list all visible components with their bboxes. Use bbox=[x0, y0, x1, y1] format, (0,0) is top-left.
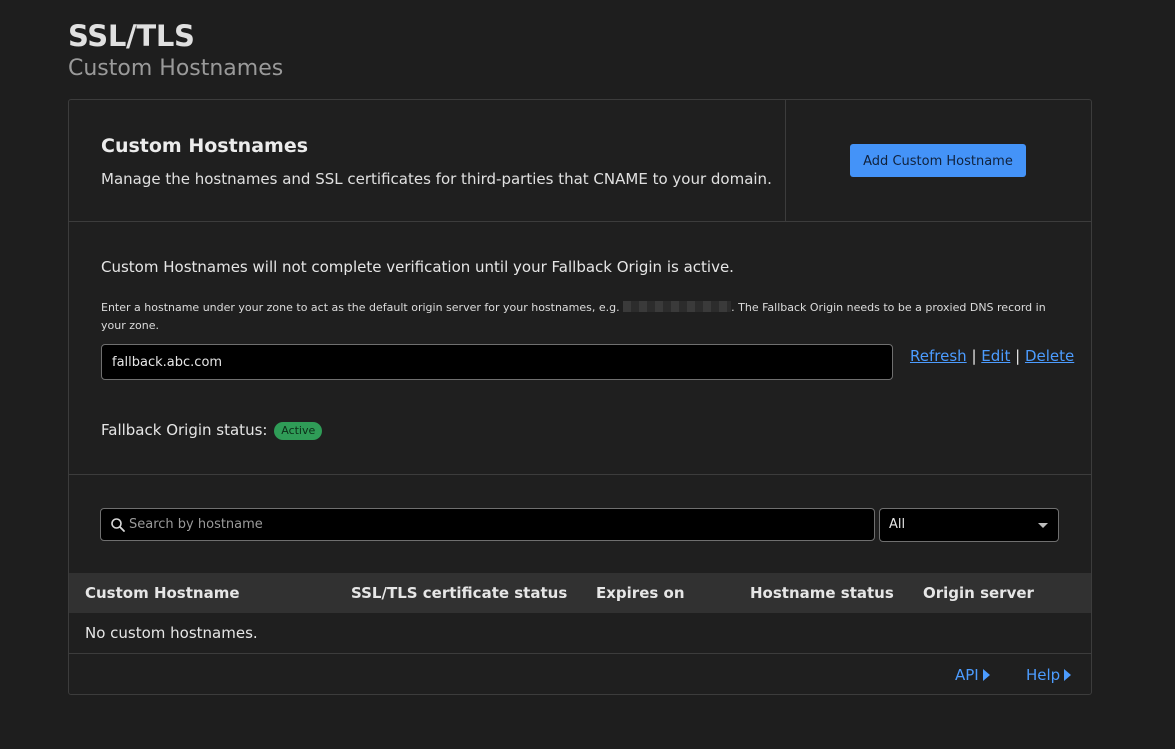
search-box[interactable] bbox=[100, 508, 875, 541]
fallback-warning: Custom Hostnames will not complete verif… bbox=[101, 258, 734, 276]
search-input[interactable] bbox=[129, 509, 869, 540]
intro-section: Custom Hostnames Manage the hostnames an… bbox=[69, 100, 1091, 222]
column-header-expires-on[interactable]: Expires on bbox=[596, 584, 685, 602]
column-header-hostname-status[interactable]: Hostname status bbox=[750, 584, 894, 602]
api-link-label: API bbox=[955, 666, 979, 684]
page-subtitle: Custom Hostnames bbox=[68, 56, 284, 81]
help-link-label: Help bbox=[1026, 666, 1061, 684]
chevron-down-icon bbox=[1038, 523, 1048, 528]
refresh-link[interactable]: Refresh bbox=[910, 347, 967, 365]
help-link[interactable]: Help bbox=[1026, 666, 1072, 684]
search-icon bbox=[111, 518, 125, 532]
fallback-status-row: Fallback Origin status: Active bbox=[101, 421, 323, 440]
status-filter-value: All bbox=[889, 517, 906, 532]
fallback-origin-input[interactable] bbox=[101, 344, 893, 380]
column-header-custom-hostname[interactable]: Custom Hostname bbox=[85, 584, 240, 602]
fallback-help-before: Enter a hostname under your zone to act … bbox=[101, 301, 620, 314]
table-empty-row: No custom hostnames. bbox=[69, 613, 1091, 654]
table-header: Custom Hostname SSL/TLS certificate stat… bbox=[69, 573, 1091, 613]
column-header-origin-server[interactable]: Origin server bbox=[923, 584, 1034, 602]
caret-right-icon bbox=[1064, 669, 1072, 681]
column-header-ssl-status[interactable]: SSL/TLS certificate status bbox=[351, 584, 567, 602]
fallback-help-text: Enter a hostname under your zone to act … bbox=[101, 299, 1061, 335]
card-heading: Custom Hostnames bbox=[101, 135, 309, 157]
api-link[interactable]: API bbox=[955, 666, 990, 684]
page-title: SSL/TLS bbox=[68, 19, 195, 53]
card-description: Manage the hostnames and SSL certificate… bbox=[101, 170, 772, 188]
status-badge: Active bbox=[274, 422, 323, 440]
fallback-origin-section: Custom Hostnames will not complete verif… bbox=[69, 222, 1091, 475]
caret-right-icon bbox=[982, 669, 990, 681]
fallback-actions: Refresh | Edit | Delete bbox=[910, 347, 1074, 365]
fallback-status-label: Fallback Origin status: bbox=[101, 421, 268, 439]
custom-hostnames-card: Custom Hostnames Manage the hostnames an… bbox=[68, 99, 1092, 695]
empty-message: No custom hostnames. bbox=[85, 624, 258, 642]
redacted-example bbox=[623, 301, 732, 312]
page-header: SSL/TLS Custom Hostnames bbox=[68, 18, 283, 84]
delete-link[interactable]: Delete bbox=[1025, 347, 1074, 365]
link-separator: | bbox=[971, 347, 977, 365]
add-custom-hostname-button[interactable]: Add Custom Hostname bbox=[850, 144, 1026, 177]
link-separator: | bbox=[1015, 347, 1021, 365]
status-filter-select[interactable]: All bbox=[879, 508, 1059, 542]
intro-text-panel: Custom Hostnames Manage the hostnames an… bbox=[69, 100, 786, 221]
edit-link[interactable]: Edit bbox=[981, 347, 1010, 365]
